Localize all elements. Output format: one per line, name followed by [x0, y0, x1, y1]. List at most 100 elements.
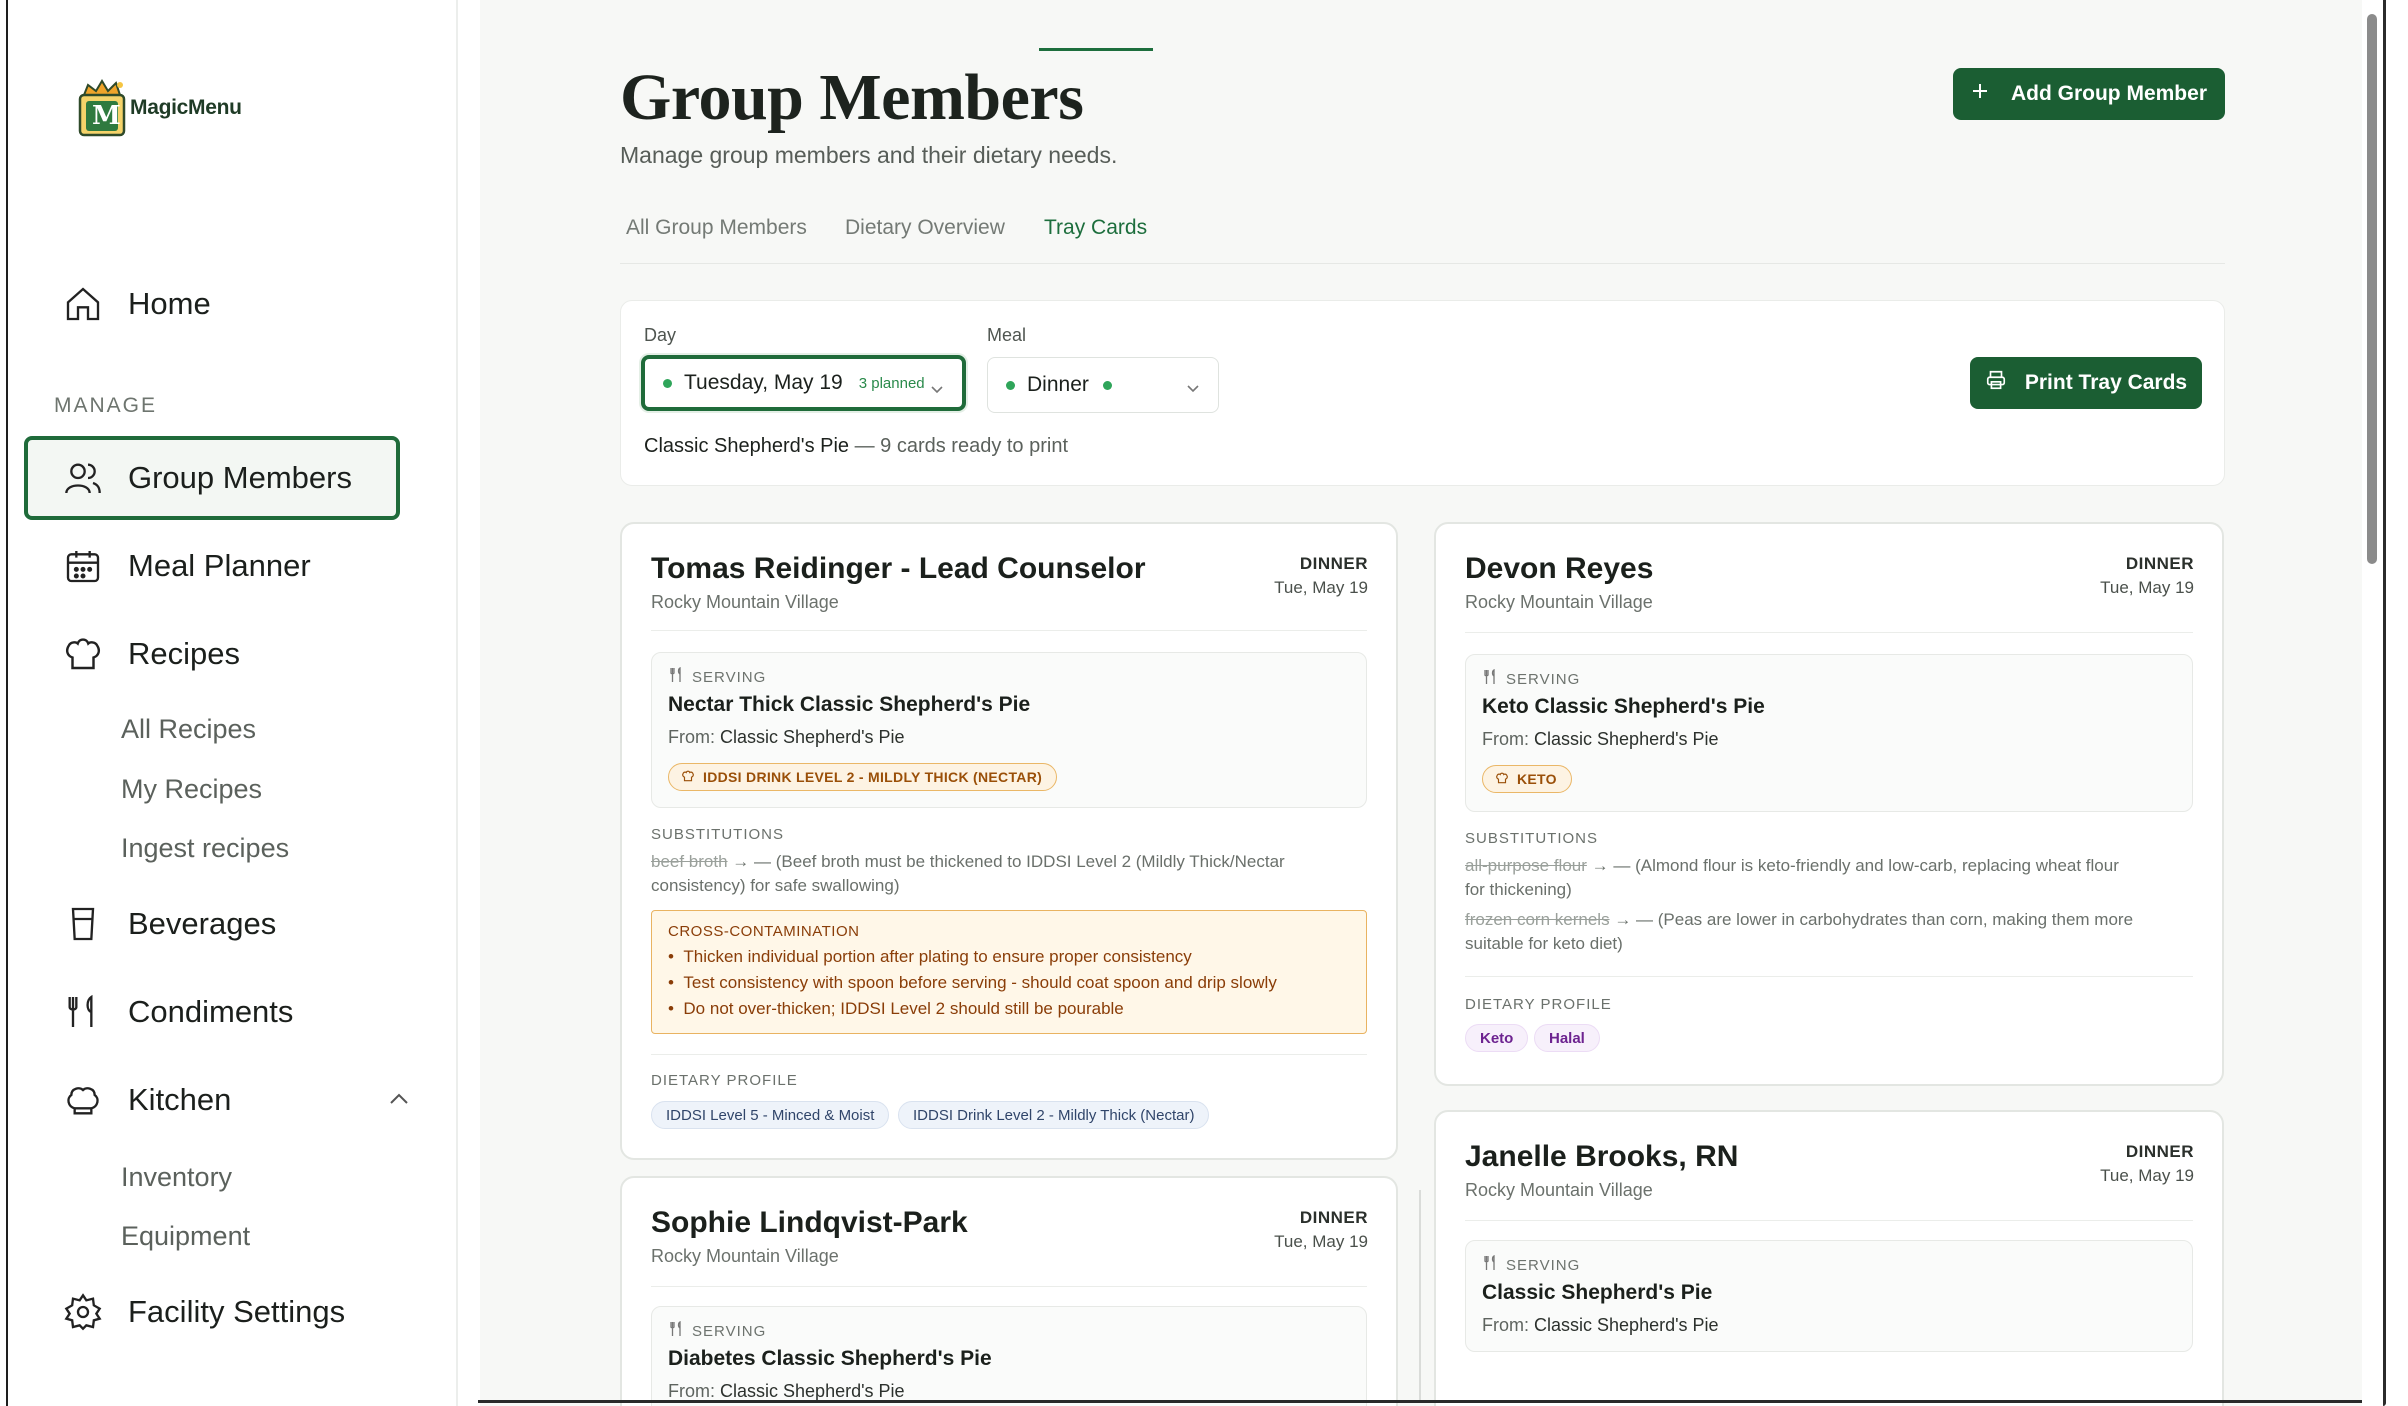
nav-meal-planner[interactable]: Meal Planner [24, 524, 400, 608]
serving-box: SERVING Classic Shepherd's Pie From: Cla… [1465, 1240, 2193, 1352]
serving-source: From: Classic Shepherd's Pie [668, 727, 905, 748]
day-select[interactable]: Tuesday, May 19 3 planned [641, 355, 966, 411]
status-dot [663, 378, 672, 388]
from-label: From: [1482, 729, 1529, 749]
cross-contamination-item: • Test consistency with spoon before ser… [668, 973, 1277, 992]
dietary-profile-pill: IDDSI Level 5 - Minced & Moist [651, 1101, 890, 1129]
tab-divider [620, 263, 2225, 264]
nav-group-members-label: Group Members [128, 460, 352, 495]
column-divider [1419, 1190, 1421, 1400]
tray-card-filters: Day Tuesday, May 19 3 planned Meal Dinne… [620, 300, 2225, 486]
nav-all-recipes[interactable]: All Recipes [121, 714, 256, 745]
add-group-member-button[interactable]: Add Group Member [1953, 68, 2225, 120]
cross-contamination-box: CROSS-CONTAMINATION • Thicken individual… [651, 910, 1367, 1034]
nav-kitchen[interactable]: Kitchen [24, 1058, 400, 1142]
meal-select[interactable]: Dinner [987, 357, 1219, 413]
card-divider [651, 1286, 1367, 1287]
calendar-icon [62, 545, 104, 587]
cross-contamination-item: • Thicken individual portion after plati… [668, 947, 1192, 966]
dietary-profile-pill: IDDSI Drink Level 2 - Mildly Thick (Nect… [898, 1101, 1210, 1129]
substitution-reason: → — (Almond flour is keto-friendly and l… [1591, 856, 2119, 875]
serving-source-name: Classic Shepherd's Pie [720, 1381, 905, 1401]
nav-condiments[interactable]: Condiments [24, 970, 400, 1054]
substitutions-label: SUBSTITUTIONS [1465, 830, 1599, 847]
serving-source: From: Classic Shepherd's Pie [1482, 1315, 1719, 1336]
page-subtitle: Manage group members and their dietary n… [620, 142, 1118, 168]
nav-home-label: Home [128, 286, 211, 321]
nav-beverages-label: Beverages [128, 906, 277, 941]
tray-card[interactable]: Sophie Lindqvist-Park Rocky Mountain Vil… [620, 1176, 1398, 1406]
tray-card[interactable]: Devon Reyes Rocky Mountain Village DINNE… [1434, 522, 2224, 1086]
chevron-down-icon [930, 377, 944, 401]
serving-label-text: SERVING [1506, 1256, 1581, 1274]
nav-condiments-label: Condiments [128, 994, 294, 1029]
logo-letter: M [92, 101, 121, 131]
substitution-reason-continued: suitable for keto diet) [1465, 934, 1623, 953]
brand-name: MagicMenu [130, 96, 242, 119]
member-location: Rocky Mountain Village [1465, 1180, 1653, 1200]
substitutions-label: SUBSTITUTIONS [651, 826, 785, 843]
chef-hat-icon [681, 769, 695, 786]
fork-knife-icon [1482, 1254, 1498, 1275]
card-divider [1465, 632, 2193, 633]
card-divider [1465, 1220, 2193, 1221]
day-value: Tuesday, May 19 [684, 371, 843, 394]
meal-type: DINNER [2125, 1142, 2194, 1161]
cross-contamination-text: Do not over-thicken; IDDSI Level 2 shoul… [683, 999, 1124, 1018]
nav-my-recipes[interactable]: My Recipes [121, 774, 262, 805]
substitution-reason: → — (Beef broth must be thickened to IDD… [651, 852, 1285, 895]
serving-label-text: SERVING [1506, 670, 1581, 688]
home-icon [62, 283, 104, 325]
brand-logo[interactable]: M MagicMenu [76, 70, 246, 140]
print-summary: Classic Shepherd's Pie — 9 cards ready t… [644, 435, 1068, 458]
serving-source: From: Classic Shepherd's Pie [668, 1381, 905, 1402]
serving-source-name: Classic Shepherd's Pie [1534, 1315, 1719, 1335]
serving-label-text: SERVING [692, 668, 767, 686]
status-dot [1006, 380, 1015, 390]
serving-source-name: Classic Shepherd's Pie [1534, 729, 1719, 749]
active-tab-indicator [1039, 48, 1153, 51]
substitution-item: beef broth → — (Beef broth must be thick… [651, 850, 1367, 898]
logo-icon: M [76, 77, 126, 137]
summary-recipe: Classic Shepherd's Pie [644, 435, 850, 457]
meal-label: Meal [987, 325, 1027, 345]
nav-recipes[interactable]: Recipes [24, 612, 400, 696]
tray-card[interactable]: Tomas Reidinger - Lead Counselor Rocky M… [620, 522, 1398, 1160]
summary-count: — 9 cards ready to print [854, 435, 1069, 457]
plus-icon [1971, 82, 1989, 106]
member-name: Janelle Brooks, RN [1465, 1140, 1739, 1173]
nav-inventory[interactable]: Inventory [121, 1162, 232, 1193]
serving-title: Diabetes Classic Shepherd's Pie [668, 1347, 992, 1370]
meal-type: DINNER [1299, 554, 1368, 573]
print-tray-cards-button[interactable]: Print Tray Cards [1970, 357, 2202, 409]
serving-label: SERVING [1482, 1254, 1581, 1275]
tray-card[interactable]: Janelle Brooks, RN Rocky Mountain Villag… [1434, 1110, 2224, 1406]
scrollbar-thumb[interactable] [2367, 14, 2377, 564]
meal-type: DINNER [2125, 554, 2194, 573]
kitchen-hat-icon [62, 1079, 104, 1121]
serving-box: SERVING Diabetes Classic Shepherd's Pie … [651, 1306, 1367, 1406]
chef-hat-icon [62, 633, 104, 675]
nav-group-members[interactable]: Group Members [24, 436, 400, 520]
add-group-member-label: Add Group Member [2010, 82, 2207, 105]
chevron-up-icon[interactable] [388, 1092, 410, 1111]
nav-equipment[interactable]: Equipment [121, 1221, 250, 1252]
cross-contamination-item: • Do not over-thicken; IDDSI Level 2 sho… [668, 999, 1124, 1018]
tab-all-group-members[interactable]: All Group Members [626, 216, 807, 240]
cross-contamination-text: Test consistency with spoon before servi… [683, 973, 1277, 992]
planned-badge: 3 planned [858, 374, 925, 392]
nav-recipes-label: Recipes [128, 636, 240, 671]
nav-ingest-recipes[interactable]: Ingest recipes [121, 833, 289, 864]
nav-facility-settings[interactable]: Facility Settings [24, 1270, 400, 1354]
original-ingredient: frozen corn kernels [1465, 910, 1610, 929]
users-icon [62, 457, 104, 499]
substitution-reason: → — (Peas are lower in carbohydrates tha… [1614, 910, 2134, 929]
tab-dietary-overview[interactable]: Dietary Overview [845, 216, 1005, 240]
nav-home[interactable]: Home [24, 262, 400, 346]
tab-tray-cards[interactable]: Tray Cards [1044, 216, 1147, 240]
fork-knife-icon [668, 666, 684, 687]
original-ingredient: beef broth [651, 852, 728, 871]
serving-title: Classic Shepherd's Pie [1482, 1281, 1713, 1304]
nav-beverages[interactable]: Beverages [24, 882, 400, 966]
printer-icon [1985, 369, 2007, 397]
